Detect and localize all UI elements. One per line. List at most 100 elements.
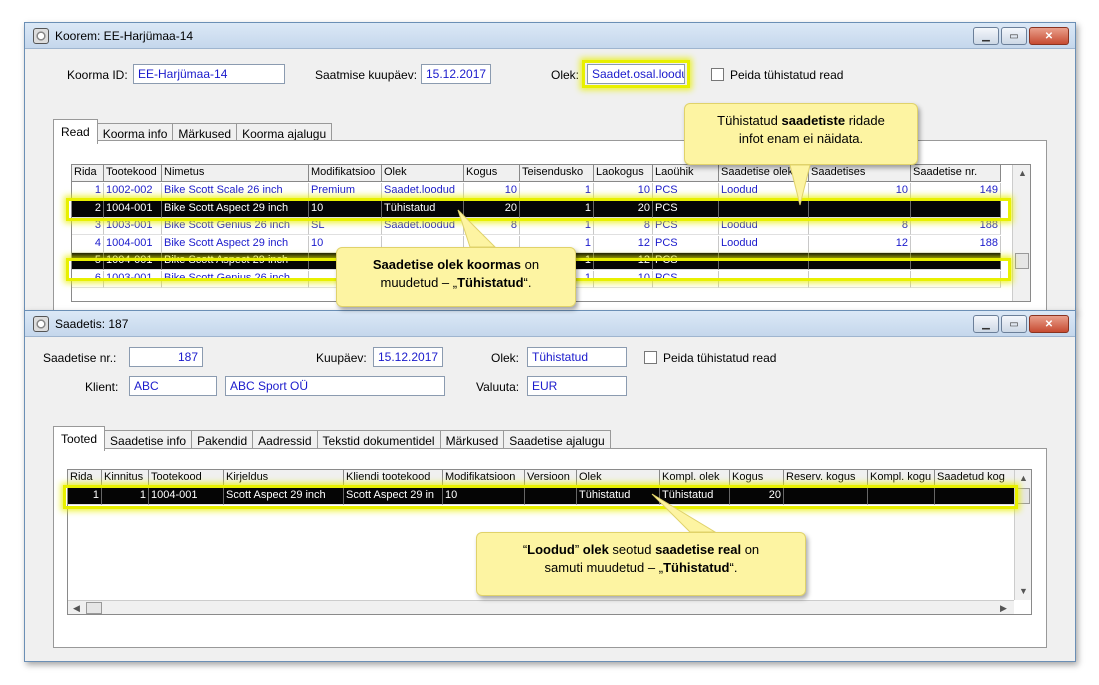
table-cell: Scott Aspect 29 inch <box>224 488 344 505</box>
load-window-titlebar[interactable]: Koorem: EE-Harjümaa-14 ▁ ▭ ✕ <box>25 23 1075 49</box>
callout-hidden-rows: Tühistatud saadetiste ridade infot enam … <box>684 103 918 165</box>
minimize-icon[interactable]: ▁ <box>973 315 999 333</box>
load-window-title: Koorem: EE-Harjümaa-14 <box>55 29 194 43</box>
col-tootekood[interactable]: Tootekood <box>104 165 162 182</box>
maximize-icon[interactable]: ▭ <box>1001 315 1027 333</box>
shipment-grid-vscrollbar[interactable]: ▲ ▼ <box>1014 470 1031 600</box>
col-saadetise-olek[interactable]: Saadetise olek <box>719 165 809 182</box>
currency-field[interactable]: EUR <box>527 376 627 396</box>
col-rida[interactable]: Rida <box>68 470 102 487</box>
callout-text-bold: Loodud <box>527 542 575 557</box>
table-cell: 10 <box>809 183 911 200</box>
table-cell <box>784 488 868 505</box>
tab-read[interactable]: Read <box>53 119 98 144</box>
col-reserv-kogus[interactable]: Reserv. kogus <box>784 470 868 487</box>
table-cell <box>911 270 1001 288</box>
col-kompl-kogus[interactable]: Kompl. kogu <box>868 470 935 487</box>
table-row[interactable]: 1 1002-002 Bike Scott Scale 26 inch Premium… <box>72 183 1001 200</box>
minimize-icon[interactable]: ▁ <box>973 27 999 45</box>
table-cell: 1 <box>102 488 149 505</box>
scroll-up-icon[interactable]: ▲ <box>1018 168 1027 178</box>
col-saadetud-kogus[interactable]: Saadetud kog <box>935 470 1015 487</box>
table-cell: PCS <box>653 253 719 270</box>
table-cell: 12 <box>594 253 653 270</box>
hide-cancelled-label: Peida tühistatud read <box>730 68 844 82</box>
currency-label: Valuuta: <box>476 380 520 394</box>
table-cell: 10 <box>594 183 653 200</box>
load-grid-header: Rida Tootekood Nimetus Modifikatsioo Ole… <box>72 165 1001 182</box>
callout-text: on <box>741 542 760 557</box>
scroll-thumb[interactable] <box>1015 253 1029 269</box>
tab-tooted[interactable]: Tooted <box>53 426 106 451</box>
ship-date-label: Saatmise kuupäev: <box>315 68 418 82</box>
table-cell: 20 <box>730 488 784 505</box>
table-cell: 4 <box>72 235 104 253</box>
app-icon <box>33 28 49 44</box>
col-saadetise-nr[interactable]: Saadetise nr. <box>911 165 1001 182</box>
table-cell: PCS <box>653 270 719 288</box>
col-laokogus[interactable]: Laokogus <box>594 165 653 182</box>
date-field[interactable]: 15.12.2017 <box>373 347 443 367</box>
col-modifikatsioon[interactable]: Modifikatsioo <box>309 165 382 182</box>
shipment-window-titlebar[interactable]: Saadetis: 187 ▁ ▭ ✕ <box>25 311 1075 337</box>
shipment-no-field[interactable]: 187 <box>129 347 203 367</box>
table-cell: Saadet.loodud <box>382 218 464 235</box>
callout-text-bold: Tühistatud <box>663 560 730 575</box>
table-cell: Tühistatud <box>382 200 464 218</box>
col-teisendus[interactable]: Teisendusko <box>520 165 594 182</box>
callout-text-bold: Tühistatud <box>457 275 524 290</box>
col-olek[interactable]: Olek <box>577 470 660 487</box>
hide-cancelled-checkbox[interactable] <box>711 68 724 81</box>
col-saadetises[interactable]: Saadetises <box>809 165 911 182</box>
scroll-down-icon[interactable]: ▼ <box>1019 586 1028 596</box>
load-grid-scrollbar[interactable]: ▲ <box>1012 165 1030 301</box>
col-kogus[interactable]: Kogus <box>464 165 520 182</box>
table-cell: Bike Scott Genius 26 inch <box>162 270 309 288</box>
table-cell: Bike Scott Scale 26 inch <box>162 183 309 200</box>
col-olek[interactable]: Olek <box>382 165 464 182</box>
table-cell: 1004-001 <box>104 200 162 218</box>
col-kirjeldus[interactable]: Kirjeldus <box>224 470 344 487</box>
col-rida[interactable]: Rida <box>72 165 104 182</box>
table-cell: 20 <box>464 200 520 218</box>
load-id-field[interactable]: EE-Harjümaa-14 <box>133 64 285 84</box>
callout-text-bold: saadetiste <box>781 113 846 128</box>
table-cell: 1004-001 <box>104 253 162 270</box>
table-cell: PCS <box>653 200 719 218</box>
hscroll-thumb[interactable] <box>86 602 102 614</box>
table-cell: 1002-002 <box>104 183 162 200</box>
col-laouhik[interactable]: Laoühik <box>653 165 719 182</box>
hide-cancelled-checkbox[interactable] <box>644 351 657 364</box>
shipment-grid-hscrollbar[interactable]: ◀ ▶ <box>68 600 1014 614</box>
client-code-field[interactable]: ABC <box>129 376 217 396</box>
maximize-icon[interactable]: ▭ <box>1001 27 1027 45</box>
col-versioon[interactable]: Versioon <box>525 470 577 487</box>
callout-shipment-row: “Loodud” olek seotud saadetise real on s… <box>476 532 806 596</box>
table-cell: 20 <box>594 200 653 218</box>
table-row[interactable]: 3 1003-001 Bike Scott Genius 26 inch SL Saad… <box>72 218 1001 235</box>
close-icon[interactable]: ✕ <box>1029 27 1069 45</box>
scroll-up-icon[interactable]: ▲ <box>1019 473 1028 483</box>
table-row[interactable]: 1 1 1004-001 Scott Aspect 29 inch Scott Aspe… <box>68 488 1015 505</box>
col-kliendi-tootekood[interactable]: Kliendi tootekood <box>344 470 443 487</box>
scroll-thumb[interactable] <box>1017 488 1030 504</box>
table-cell: 5 <box>72 253 104 270</box>
table-cell: 10 <box>443 488 525 505</box>
col-tootekood[interactable]: Tootekood <box>149 470 224 487</box>
table-cell: Premium <box>309 183 382 200</box>
hide-cancelled-label: Peida tühistatud read <box>663 351 777 365</box>
scroll-right-icon[interactable]: ▶ <box>1000 603 1007 614</box>
col-kompl-olek[interactable]: Kompl. olek <box>660 470 730 487</box>
table-cell: 2 <box>72 200 104 218</box>
app-icon <box>33 316 49 332</box>
table-cell: Loodud <box>719 183 809 200</box>
col-modifikatsioon[interactable]: Modifikatsioon <box>443 470 525 487</box>
scroll-left-icon[interactable]: ◀ <box>73 603 80 614</box>
col-kogus[interactable]: Kogus <box>730 470 784 487</box>
close-icon[interactable]: ✕ <box>1029 315 1069 333</box>
ship-date-field[interactable]: 15.12.2017 <box>421 64 491 84</box>
table-row[interactable]: 2 1004-001 Bike Scott Aspect 29 inch 10 Tühi… <box>72 200 1001 218</box>
table-cell: 12 <box>594 235 653 253</box>
col-nimetus[interactable]: Nimetus <box>162 165 309 182</box>
col-kinnitus[interactable]: Kinnitus <box>102 470 149 487</box>
